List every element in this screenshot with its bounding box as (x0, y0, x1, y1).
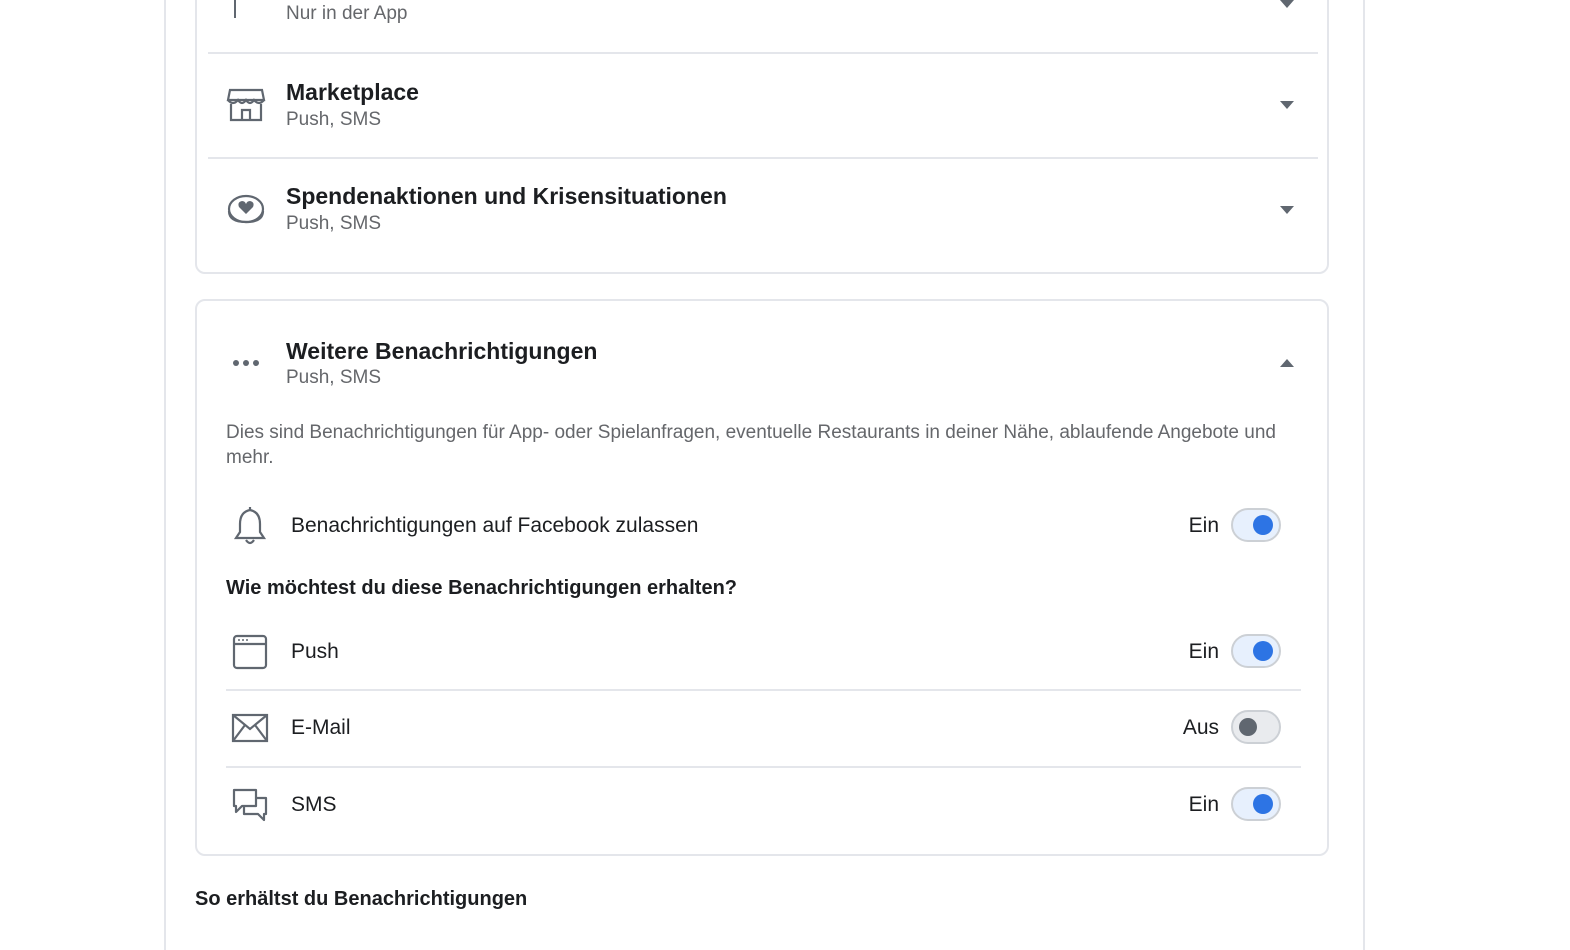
category-row-more[interactable]: Weitere Benachrichtigungen Push, SMS (208, 320, 1318, 405)
email-toggle[interactable] (1231, 710, 1281, 744)
sms-state: Ein (1188, 793, 1219, 816)
allow-notifications-label: Benachrichtigungen auf Facebook zulassen (291, 514, 699, 537)
flag-icon (226, 0, 266, 20)
envelope-icon (230, 708, 270, 748)
toggle-knob (1253, 641, 1273, 661)
email-setting: E-Mail Aus (226, 698, 1301, 758)
push-toggle[interactable] (1231, 634, 1281, 668)
category-title: Spendenaktionen und Krisensituationen (286, 183, 727, 209)
sms-toggle[interactable] (1231, 787, 1281, 821)
allow-notifications-state: Ein (1188, 514, 1219, 537)
category-subtitle: Push, SMS (286, 109, 382, 130)
email-state: Aus (1182, 716, 1219, 739)
section-heading: So erhältst du Benachrichtigungen (195, 888, 528, 910)
category-row-fundraisers[interactable]: Spendenaktionen und Krisensituationen Pu… (208, 159, 1318, 264)
category-row-app-only[interactable]: Nur in der App (208, 0, 1318, 52)
chevron-down-icon[interactable] (1280, 101, 1294, 109)
allow-notifications-setting: Benachrichtigungen auf Facebook zulassen… (226, 496, 1301, 556)
bell-icon (230, 506, 270, 546)
more-description: Dies sind Benachrichtigungen für App- od… (226, 422, 1276, 468)
more-subtitle: Push, SMS (286, 367, 382, 388)
more-title: Weitere Benachrichtigungen (286, 338, 598, 364)
divider (226, 766, 1301, 768)
category-title: Marketplace (286, 79, 419, 105)
heart-coin-icon (226, 189, 266, 229)
channel-question: Wie möchtest du diese Benachrichtigungen… (226, 577, 738, 599)
sms-label: SMS (291, 793, 337, 816)
more-dots-icon (226, 343, 266, 383)
chevron-down-icon[interactable] (1280, 206, 1294, 214)
chat-bubbles-icon (230, 785, 270, 825)
chevron-down-icon[interactable] (1280, 0, 1294, 8)
storefront-icon (226, 84, 266, 124)
divider (226, 689, 1301, 691)
sms-setting: SMS Ein (226, 775, 1301, 835)
toggle-knob (1253, 794, 1273, 814)
push-state: Ein (1188, 640, 1219, 663)
category-subtitle: Nur in der App (286, 3, 408, 24)
allow-notifications-toggle[interactable] (1231, 508, 1281, 542)
category-subtitle: Push, SMS (286, 213, 382, 234)
push-setting: Push Ein (226, 622, 1301, 682)
toggle-knob (1239, 718, 1257, 736)
browser-window-icon (230, 632, 270, 672)
email-label: E-Mail (291, 716, 351, 739)
toggle-knob (1253, 515, 1273, 535)
category-row-marketplace[interactable]: Marketplace Push, SMS (208, 54, 1318, 157)
push-label: Push (291, 640, 339, 663)
chevron-up-icon[interactable] (1280, 359, 1294, 367)
